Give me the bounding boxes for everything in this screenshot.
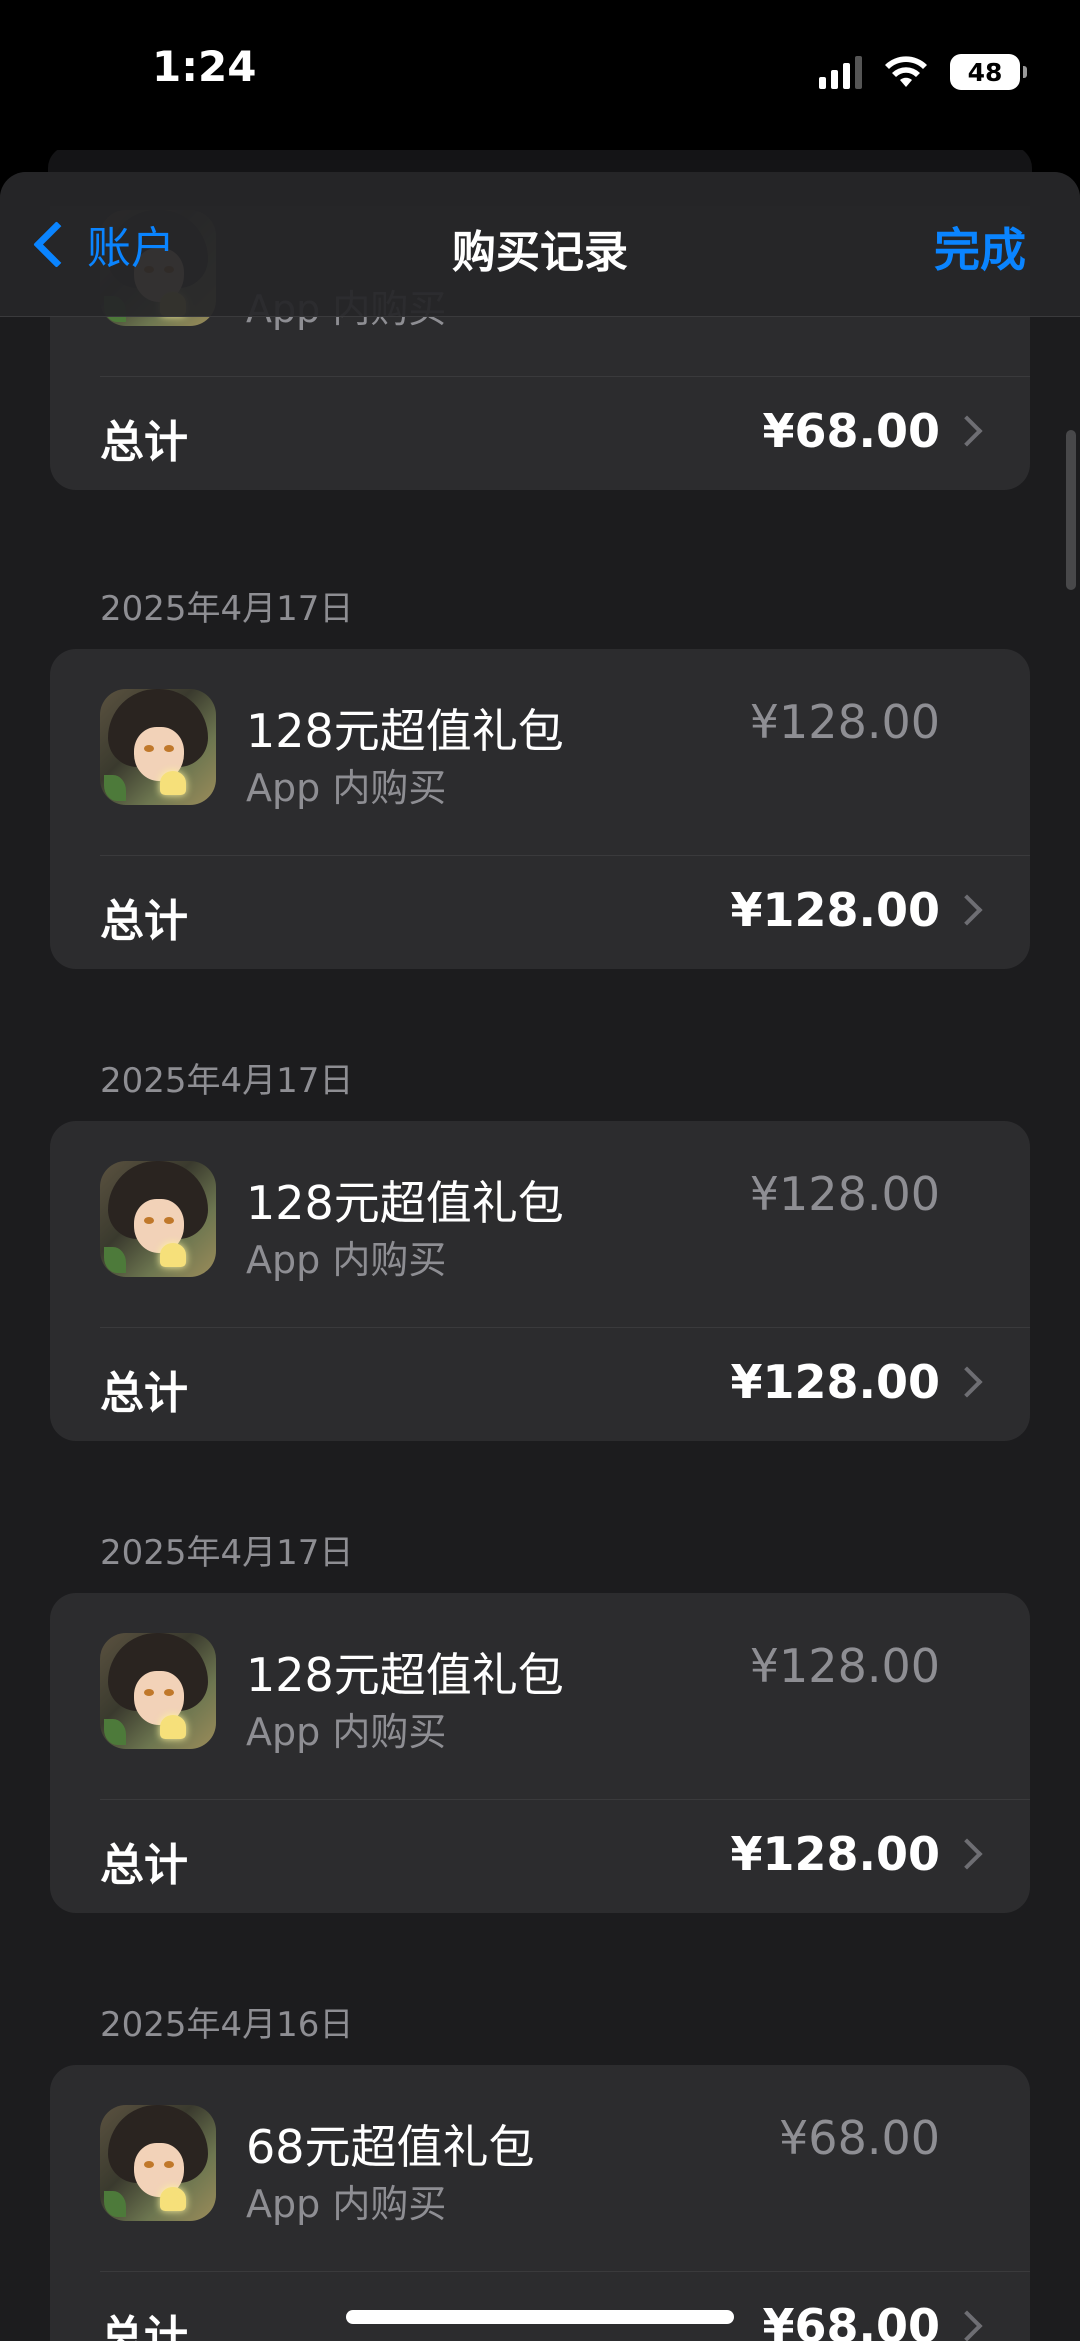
item-type: App 内购买 — [246, 2182, 447, 2226]
chevron-right-icon — [951, 2310, 983, 2341]
item-name: 128元超值礼包 — [246, 1648, 564, 1702]
purchase-item-row[interactable]: 128元超值礼包 App 内购买 ¥128.00 — [50, 1121, 1030, 1328]
total-row[interactable]: 总计 ¥128.00 — [50, 1327, 1030, 1441]
status-time: 1:24 — [152, 42, 257, 91]
battery-level: 48 — [967, 57, 1003, 87]
wifi-icon — [885, 56, 927, 87]
total-row[interactable]: 总计 ¥128.00 — [50, 1799, 1030, 1913]
item-price: ¥128.00 — [749, 1639, 940, 1693]
purchase-item-row[interactable]: 128元超值礼包 App 内购买 ¥128.00 — [50, 1593, 1030, 1800]
item-name: 68元超值礼包 — [246, 2120, 535, 2174]
item-price: ¥128.00 — [749, 695, 940, 749]
purchase-date: 2025年4月17日 — [100, 1533, 354, 1573]
purchase-card: 128元超值礼包 App 内购买 ¥128.00 总计 ¥128.00 — [50, 649, 1030, 969]
status-icons: 48 — [819, 52, 1027, 92]
total-row[interactable]: 总计 ¥128.00 — [50, 855, 1030, 969]
purchase-item-row[interactable]: 68元超值礼包 App 内购买 ¥68.00 — [50, 2065, 1030, 2272]
item-price: ¥68.00 — [779, 2111, 940, 2165]
purchase-date: 2025年4月17日 — [100, 589, 354, 629]
total-row[interactable]: 总计 ¥68.00 — [50, 376, 1030, 490]
home-indicator[interactable] — [346, 2310, 734, 2324]
app-icon — [100, 689, 216, 805]
total-label: 总计 — [100, 417, 188, 468]
page-title: 购买记录 — [452, 227, 628, 278]
item-type: App 内购买 — [246, 1238, 447, 1282]
total-label: 总计 — [100, 896, 188, 947]
total-value: ¥128.00 — [730, 1355, 940, 1409]
navigation-bar: 账户 购买记录 完成 — [0, 172, 1080, 317]
chevron-right-icon — [951, 894, 983, 926]
done-button[interactable]: 完成 — [934, 214, 1026, 280]
item-type: App 内购买 — [246, 1710, 447, 1754]
total-value: ¥68.00 — [762, 2299, 940, 2341]
purchase-item-row[interactable]: 128元超值礼包 App 内购买 ¥128.00 — [50, 649, 1030, 856]
app-icon — [100, 2105, 216, 2221]
battery-icon: 48 — [950, 54, 1027, 90]
purchase-card: 128元超值礼包 App 内购买 ¥128.00 总计 ¥128.00 — [50, 1121, 1030, 1441]
purchase-date: 2025年4月16日 — [100, 2005, 354, 2045]
item-price: ¥128.00 — [749, 1167, 940, 1221]
total-value: ¥68.00 — [762, 404, 940, 458]
app-icon — [100, 1633, 216, 1749]
total-label: 总计 — [100, 2312, 188, 2341]
chevron-right-icon — [951, 415, 983, 447]
purchase-card: 68元超值礼包 App 内购买 ¥68.00 总计 ¥68.00 — [50, 2065, 1030, 2341]
total-value: ¥128.00 — [730, 883, 940, 937]
chevron-right-icon — [951, 1838, 983, 1870]
status-bar: 1:24 48 — [0, 0, 1080, 150]
chevron-right-icon — [951, 1366, 983, 1398]
purchase-history-sheet[interactable]: 账户 购买记录 完成 App 内购买 总计 ¥68.00 — [0, 172, 1080, 2341]
cellular-signal-icon — [819, 55, 862, 89]
total-row[interactable]: 总计 ¥68.00 — [50, 2271, 1030, 2341]
item-type: App 内购买 — [246, 766, 447, 810]
app-icon — [100, 1161, 216, 1277]
total-label: 总计 — [100, 1840, 188, 1891]
item-name: 128元超值礼包 — [246, 1176, 564, 1230]
purchase-card: 128元超值礼包 App 内购买 ¥128.00 总计 ¥128.00 — [50, 1593, 1030, 1913]
item-name: 128元超值礼包 — [246, 704, 564, 758]
total-label: 总计 — [100, 1368, 188, 1419]
scrollbar[interactable] — [1066, 430, 1076, 590]
purchase-date: 2025年4月17日 — [100, 1061, 354, 1101]
total-value: ¥128.00 — [730, 1827, 940, 1881]
